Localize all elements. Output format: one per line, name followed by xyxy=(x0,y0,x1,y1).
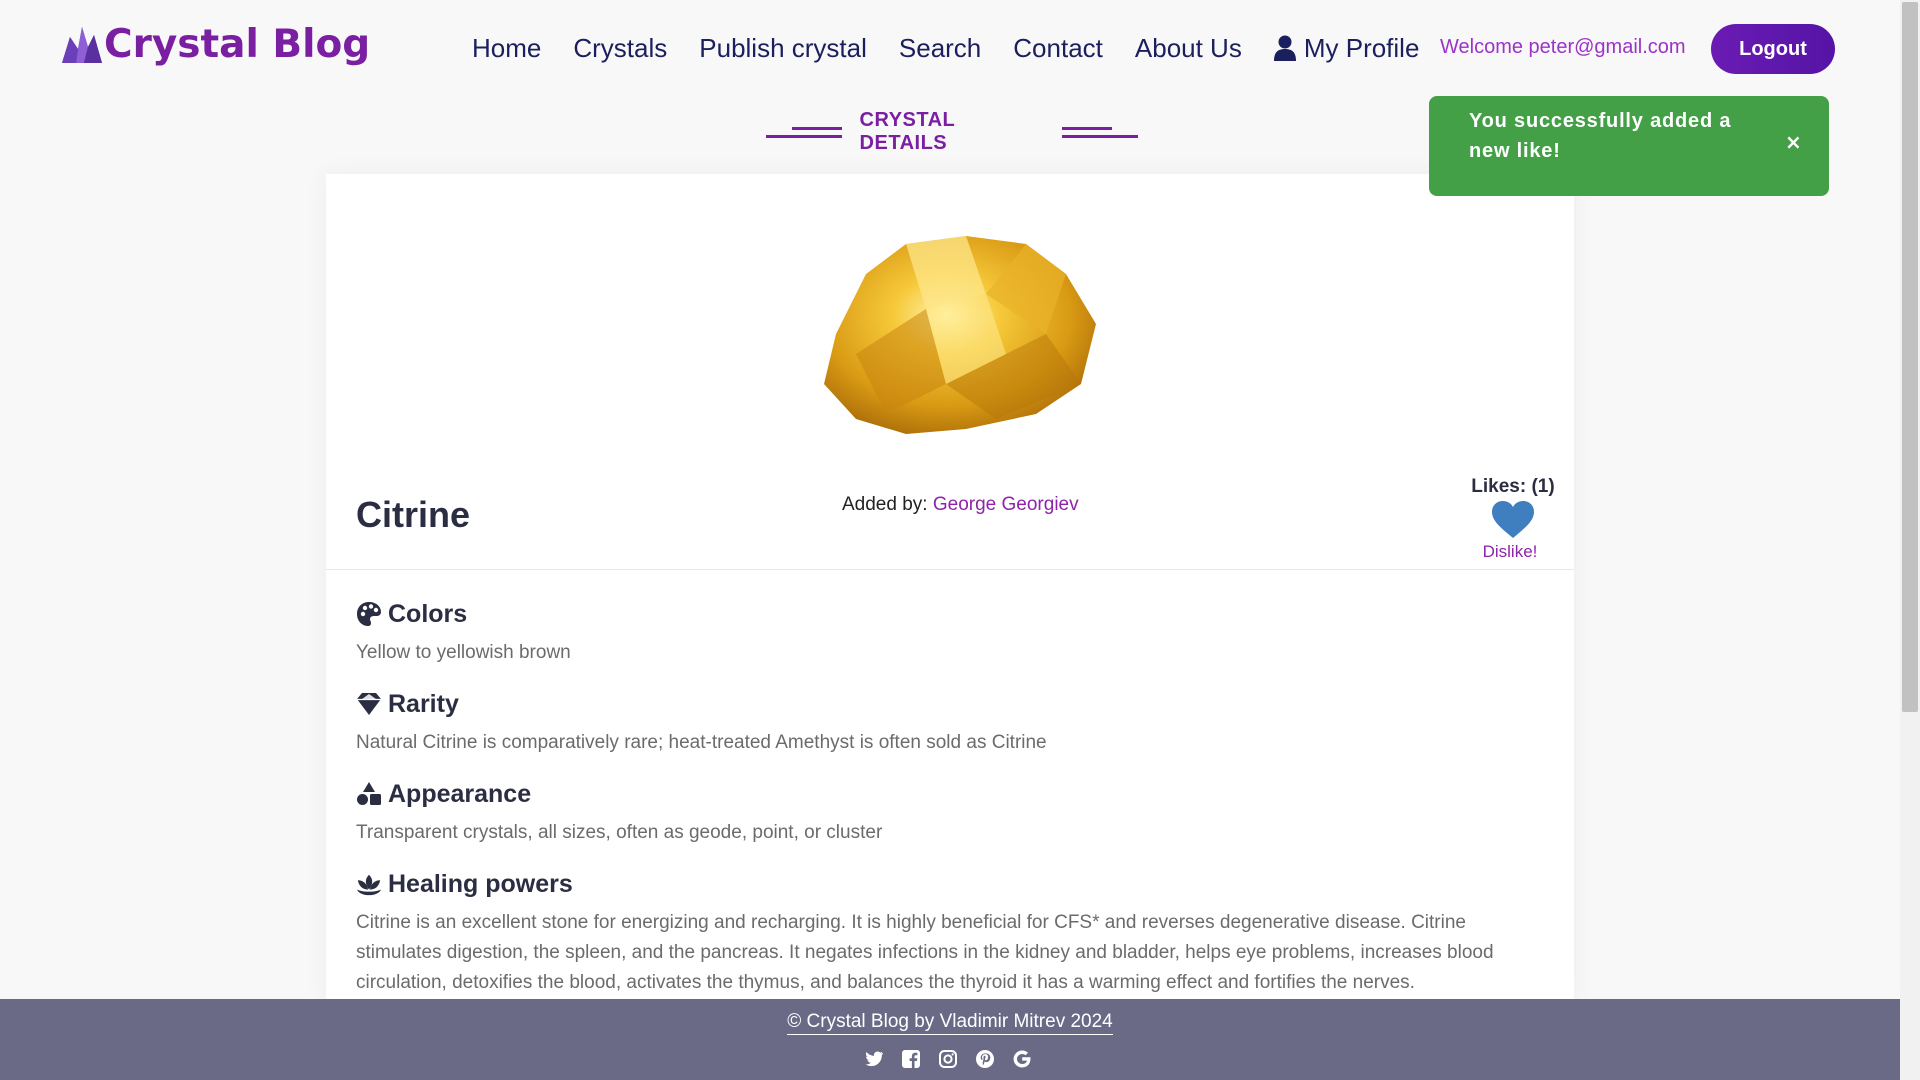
detail-healing-text: Citrine is an excellent stone for energi… xyxy=(356,912,1494,993)
likes-count: Likes: (1) xyxy=(1471,476,1555,497)
detail-colors: Colors Yellow to yellowish brown xyxy=(356,598,1556,668)
detail-appearance-title: Appearance xyxy=(388,779,532,808)
nav-my-profile-label: My Profile xyxy=(1303,32,1420,63)
detail-healing-title: Healing powers xyxy=(388,869,573,898)
scrollbar-thumb[interactable] xyxy=(1902,2,1918,712)
logout-button[interactable]: Logout xyxy=(1711,24,1835,74)
section-title: CRYSTAL DETAILS xyxy=(859,109,955,154)
user-icon xyxy=(1273,35,1296,61)
crystal-logo-icon xyxy=(62,26,102,63)
site-header: Crystal Blog Home Crystals Publish cryst… xyxy=(0,0,1900,98)
author-link[interactable]: George Georgiev xyxy=(933,494,1079,515)
detail-appearance: Appearance Transparent crystals, all siz… xyxy=(356,778,1556,848)
toast-message: You successfully added a new like! xyxy=(1469,110,1732,162)
detail-appearance-text: Transparent crystals, all sizes, often a… xyxy=(356,822,883,843)
facebook-icon[interactable] xyxy=(901,1049,921,1069)
copyright-text[interactable]: © Crystal Blog by Vladimir Mitrev 2024 xyxy=(787,1011,1113,1035)
nav-about-us[interactable]: About Us xyxy=(1135,33,1242,64)
site-footer: © Crystal Blog by Vladimir Mitrev 2024 xyxy=(0,999,1900,1080)
likes-section: Likes: (1) Dislike! xyxy=(1458,476,1568,562)
card-divider xyxy=(326,569,1574,570)
success-toast: You successfully added a new like! × xyxy=(1429,96,1829,196)
twitter-icon[interactable] xyxy=(864,1049,884,1069)
detail-rarity: Rarity Natural Citrine is comparatively … xyxy=(356,688,1556,758)
detail-colors-title: Colors xyxy=(388,599,468,628)
detail-rarity-title: Rarity xyxy=(388,689,459,718)
added-by: Added by: George Georgiev xyxy=(842,494,1079,516)
main-navigation: Home Crystals Publish crystal Search Con… xyxy=(472,30,1451,66)
gem-icon xyxy=(357,693,381,715)
nav-publish-crystal[interactable]: Publish crystal xyxy=(699,33,867,64)
dislike-button[interactable]: Dislike! xyxy=(1452,542,1568,562)
nav-contact[interactable]: Contact xyxy=(1013,33,1103,64)
instagram-icon[interactable] xyxy=(938,1049,958,1069)
shapes-icon xyxy=(357,782,381,805)
pinterest-icon[interactable] xyxy=(975,1049,995,1069)
nav-home[interactable]: Home xyxy=(472,33,541,64)
heading-decoration-left xyxy=(766,122,842,142)
nav-crystals[interactable]: Crystals xyxy=(573,33,667,64)
google-icon[interactable] xyxy=(1012,1049,1032,1069)
welcome-user-link[interactable]: Welcome peter@gmail.com xyxy=(1440,36,1686,59)
nav-search[interactable]: Search xyxy=(899,33,981,64)
detail-colors-text: Yellow to yellowish brown xyxy=(356,642,571,663)
site-logo[interactable]: Crystal Blog xyxy=(58,22,370,67)
detail-healing-powers: Healing powers Citrine is an excellent s… xyxy=(356,868,1556,998)
crystal-image xyxy=(824,236,1096,434)
social-links xyxy=(864,1049,1049,1069)
palette-icon xyxy=(357,602,381,626)
crystal-details-card: Citrine Added by: George Georgiev Likes:… xyxy=(326,174,1574,1004)
close-icon[interactable]: × xyxy=(1785,130,1802,154)
nav-my-profile[interactable]: My Profile xyxy=(1273,32,1420,64)
detail-rarity-text: Natural Citrine is comparatively rare; h… xyxy=(356,732,1047,753)
crystal-name: Citrine xyxy=(356,494,471,535)
heart-icon[interactable] xyxy=(1491,500,1535,540)
lotus-icon xyxy=(356,874,382,896)
section-heading: CRYSTAL DETAILS xyxy=(766,109,1139,154)
added-by-label: Added by: xyxy=(842,494,928,515)
heading-decoration-right xyxy=(1062,122,1139,142)
copyright: © Crystal Blog by Vladimir Mitrev 2024 xyxy=(0,1011,1900,1035)
brand-name: Crystal Blog xyxy=(104,22,371,67)
